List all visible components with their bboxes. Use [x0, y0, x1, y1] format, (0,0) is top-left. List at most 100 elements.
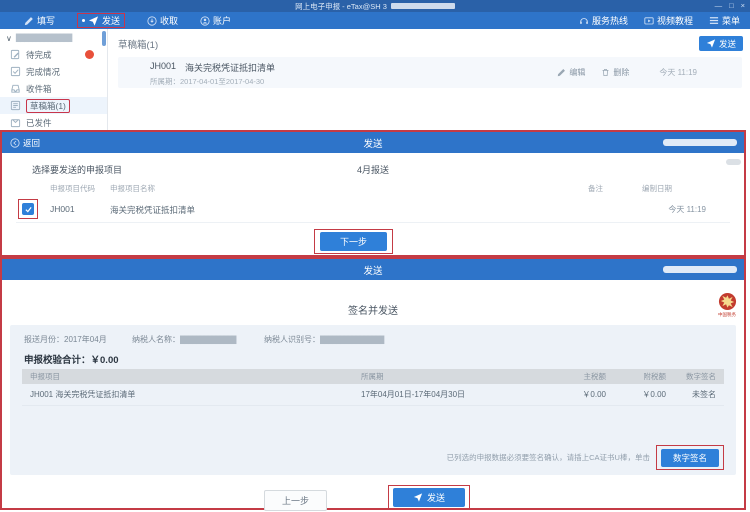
col-main-tax: 主税额 — [531, 371, 606, 382]
cell-main-tax: ￥0.00 — [531, 389, 606, 400]
checkbox-highlight — [18, 199, 38, 219]
sidebar-scrollbar[interactable] — [102, 31, 106, 46]
paper-plane-icon — [706, 39, 716, 48]
taxpayer-id: 纳税人识别号：████████████████ — [264, 334, 383, 345]
signature-note-row: 已列选的申报数据必须要签名确认，请插上CA证书U棒，单击 数字签名 — [447, 445, 724, 470]
download-circle-icon — [147, 16, 157, 26]
doc-check-icon — [10, 66, 21, 77]
hamburger-menu-icon — [709, 16, 719, 25]
scrollbar-thumb[interactable] — [726, 159, 741, 165]
draft-list-item[interactable]: JH001 海关完税凭证抵扣清单 所属期：2017-04-01至2017-04-… — [118, 57, 742, 88]
hotline-button[interactable]: 服务热线 — [579, 14, 628, 27]
notification-dot — [82, 19, 85, 22]
close-button[interactable]: × — [741, 2, 745, 10]
send-button-top[interactable]: 发送 — [699, 36, 743, 51]
sidebar: ∨ ██████████████ 待完成 完成情况 收件箱 草 — [0, 29, 108, 130]
send-button-highlight: 发送 — [388, 485, 470, 510]
paper-plane-icon — [88, 16, 99, 26]
previous-step-button[interactable]: 上一步 — [264, 490, 327, 511]
row-name: 海关完税凭证抵扣清单 — [110, 204, 195, 216]
drafts-icon — [10, 100, 21, 111]
toolbar-item-account[interactable]: 账户 — [200, 14, 231, 27]
sidebar-item-sent[interactable]: 已发件 — [0, 114, 107, 130]
doc-pencil-icon — [10, 49, 21, 60]
next-button-highlight: 下一步 — [314, 229, 393, 254]
toolbar-item-fill[interactable]: 填写 — [24, 14, 55, 27]
user-circle-icon — [200, 16, 210, 26]
draft-name: 海关完税凭证抵扣清单 — [185, 61, 275, 74]
redaction-blob — [391, 3, 455, 9]
cell-period: 17年04月01日-17年04月30日 — [361, 389, 531, 400]
headset-icon — [579, 16, 589, 26]
sign-table-header: 申报项目 所属期 主税额 附税额 数字签名 — [22, 369, 724, 384]
menu-button[interactable]: 菜单 — [709, 14, 740, 27]
draft-period: 所属期：2017-04-01至2017-04-30 — [150, 76, 275, 87]
column-code: 申报项目代码 — [50, 183, 95, 194]
sign-send-section: 发送 签名并发送 中国税务 报送月份：2017年04月 纳税人名称：██████… — [0, 257, 746, 510]
main-toolbar: 填写 发送 收取 账户 — [0, 12, 750, 29]
trash-icon — [601, 68, 610, 77]
cell-item: JH001 海关完税凭证抵扣清单 — [22, 389, 361, 400]
delete-button[interactable]: 删除 — [601, 67, 629, 78]
maximize-button[interactable]: □ — [729, 2, 734, 10]
sent-icon — [10, 117, 21, 128]
section-title: 发送 — [363, 136, 382, 150]
row-checkbox[interactable] — [22, 203, 34, 215]
section-title: 发送 — [363, 263, 382, 277]
pencil-icon — [24, 16, 34, 26]
window-title: 网上电子申报 - eTax@SH 3 — [295, 1, 387, 12]
logo-label: 中国税务 — [713, 312, 741, 318]
send-select-header: 返回 发送 — [2, 132, 744, 153]
send-select-section: 返回 发送 选择要发送的申报项目 4月报送 申报项目代码 申报项目名称 备注 编… — [0, 130, 746, 257]
video-icon — [644, 16, 654, 26]
minimize-button[interactable]: — — [715, 2, 723, 10]
video-tutorial-button[interactable]: 视频教程 — [644, 14, 693, 27]
cell-sub-tax: ￥0.00 — [606, 389, 666, 400]
company-selector[interactable]: ∨ ██████████████ — [0, 29, 107, 46]
sidebar-item-drafts[interactable]: 草稿箱(1) — [0, 97, 107, 114]
sidebar-item-inbox[interactable]: 收件箱 — [0, 80, 107, 97]
declaration-row[interactable]: JH001 海关完税凭证抵扣清单 今天 11:19 — [16, 196, 730, 223]
column-remark: 备注 — [588, 183, 603, 194]
row-date: 今天 11:19 — [668, 204, 706, 215]
sign-send-header: 发送 — [2, 259, 744, 280]
next-button[interactable]: 下一步 — [320, 232, 387, 251]
sign-table-row[interactable]: JH001 海关完税凭证抵扣清单 17年04月01日-17年04月30日 ￥0.… — [22, 384, 724, 406]
toolbar-item-send[interactable]: 发送 — [77, 13, 125, 28]
app-window: 网上电子申报 - eTax@SH 3 — □ × 填写 发送 — [0, 0, 750, 512]
back-button[interactable]: 返回 — [10, 137, 40, 149]
drafts-panel-title: 草稿箱(1) — [118, 37, 158, 51]
col-item: 申报项目 — [22, 371, 361, 382]
signature-note: 已列选的申报数据必须要签名确认，请插上CA证书U棒，单击 — [447, 452, 650, 463]
col-period: 所属期 — [361, 371, 531, 382]
pending-badge — [85, 50, 94, 59]
digital-signature-button[interactable]: 数字签名 — [661, 449, 719, 467]
col-sub-tax: 附税额 — [606, 371, 666, 382]
edit-button[interactable]: 编辑 — [557, 67, 585, 78]
draft-code: JH001 — [150, 61, 176, 74]
sign-panel: 报送月份：2017年04月 纳税人名称：██████████████ 纳税人识别… — [10, 325, 736, 475]
sign-table: 申报项目 所属期 主税额 附税额 数字签名 JH001 海关完税凭证抵扣清单 1… — [22, 369, 724, 406]
company-name-redacted: ██████████████ — [16, 35, 71, 42]
sign-send-subtitle: 签名并发送 — [2, 302, 744, 317]
submit-month: 报送月份：2017年04月 — [24, 334, 107, 345]
sidebar-item-completion[interactable]: 完成情况 — [0, 63, 107, 80]
send-button-final[interactable]: 发送 — [393, 488, 465, 507]
draft-timestamp: 今天 11:19 — [659, 67, 697, 78]
sidebar-item-pending[interactable]: 待完成 — [0, 46, 107, 63]
pencil-icon — [557, 68, 566, 77]
taxpayer-name: 纳税人名称：██████████████ — [132, 334, 235, 345]
toolbar-item-receive[interactable]: 收取 — [147, 14, 178, 27]
column-date: 编制日期 — [642, 183, 672, 194]
inbox-icon — [10, 83, 21, 94]
sign-button-highlight: 数字签名 — [656, 445, 724, 470]
row-code: JH001 — [50, 204, 75, 214]
month-submit-label: 4月报送 — [2, 163, 744, 176]
redaction-blob — [663, 266, 737, 273]
col-signature: 数字签名 — [666, 371, 724, 382]
title-bar: 网上电子申报 - eTax@SH 3 — □ × — [0, 0, 750, 12]
redaction-blob — [663, 139, 737, 146]
chevron-down-icon: ∨ — [6, 34, 12, 43]
back-circle-icon — [10, 138, 20, 148]
tax-authority-logo: 中国税务 — [713, 292, 741, 318]
